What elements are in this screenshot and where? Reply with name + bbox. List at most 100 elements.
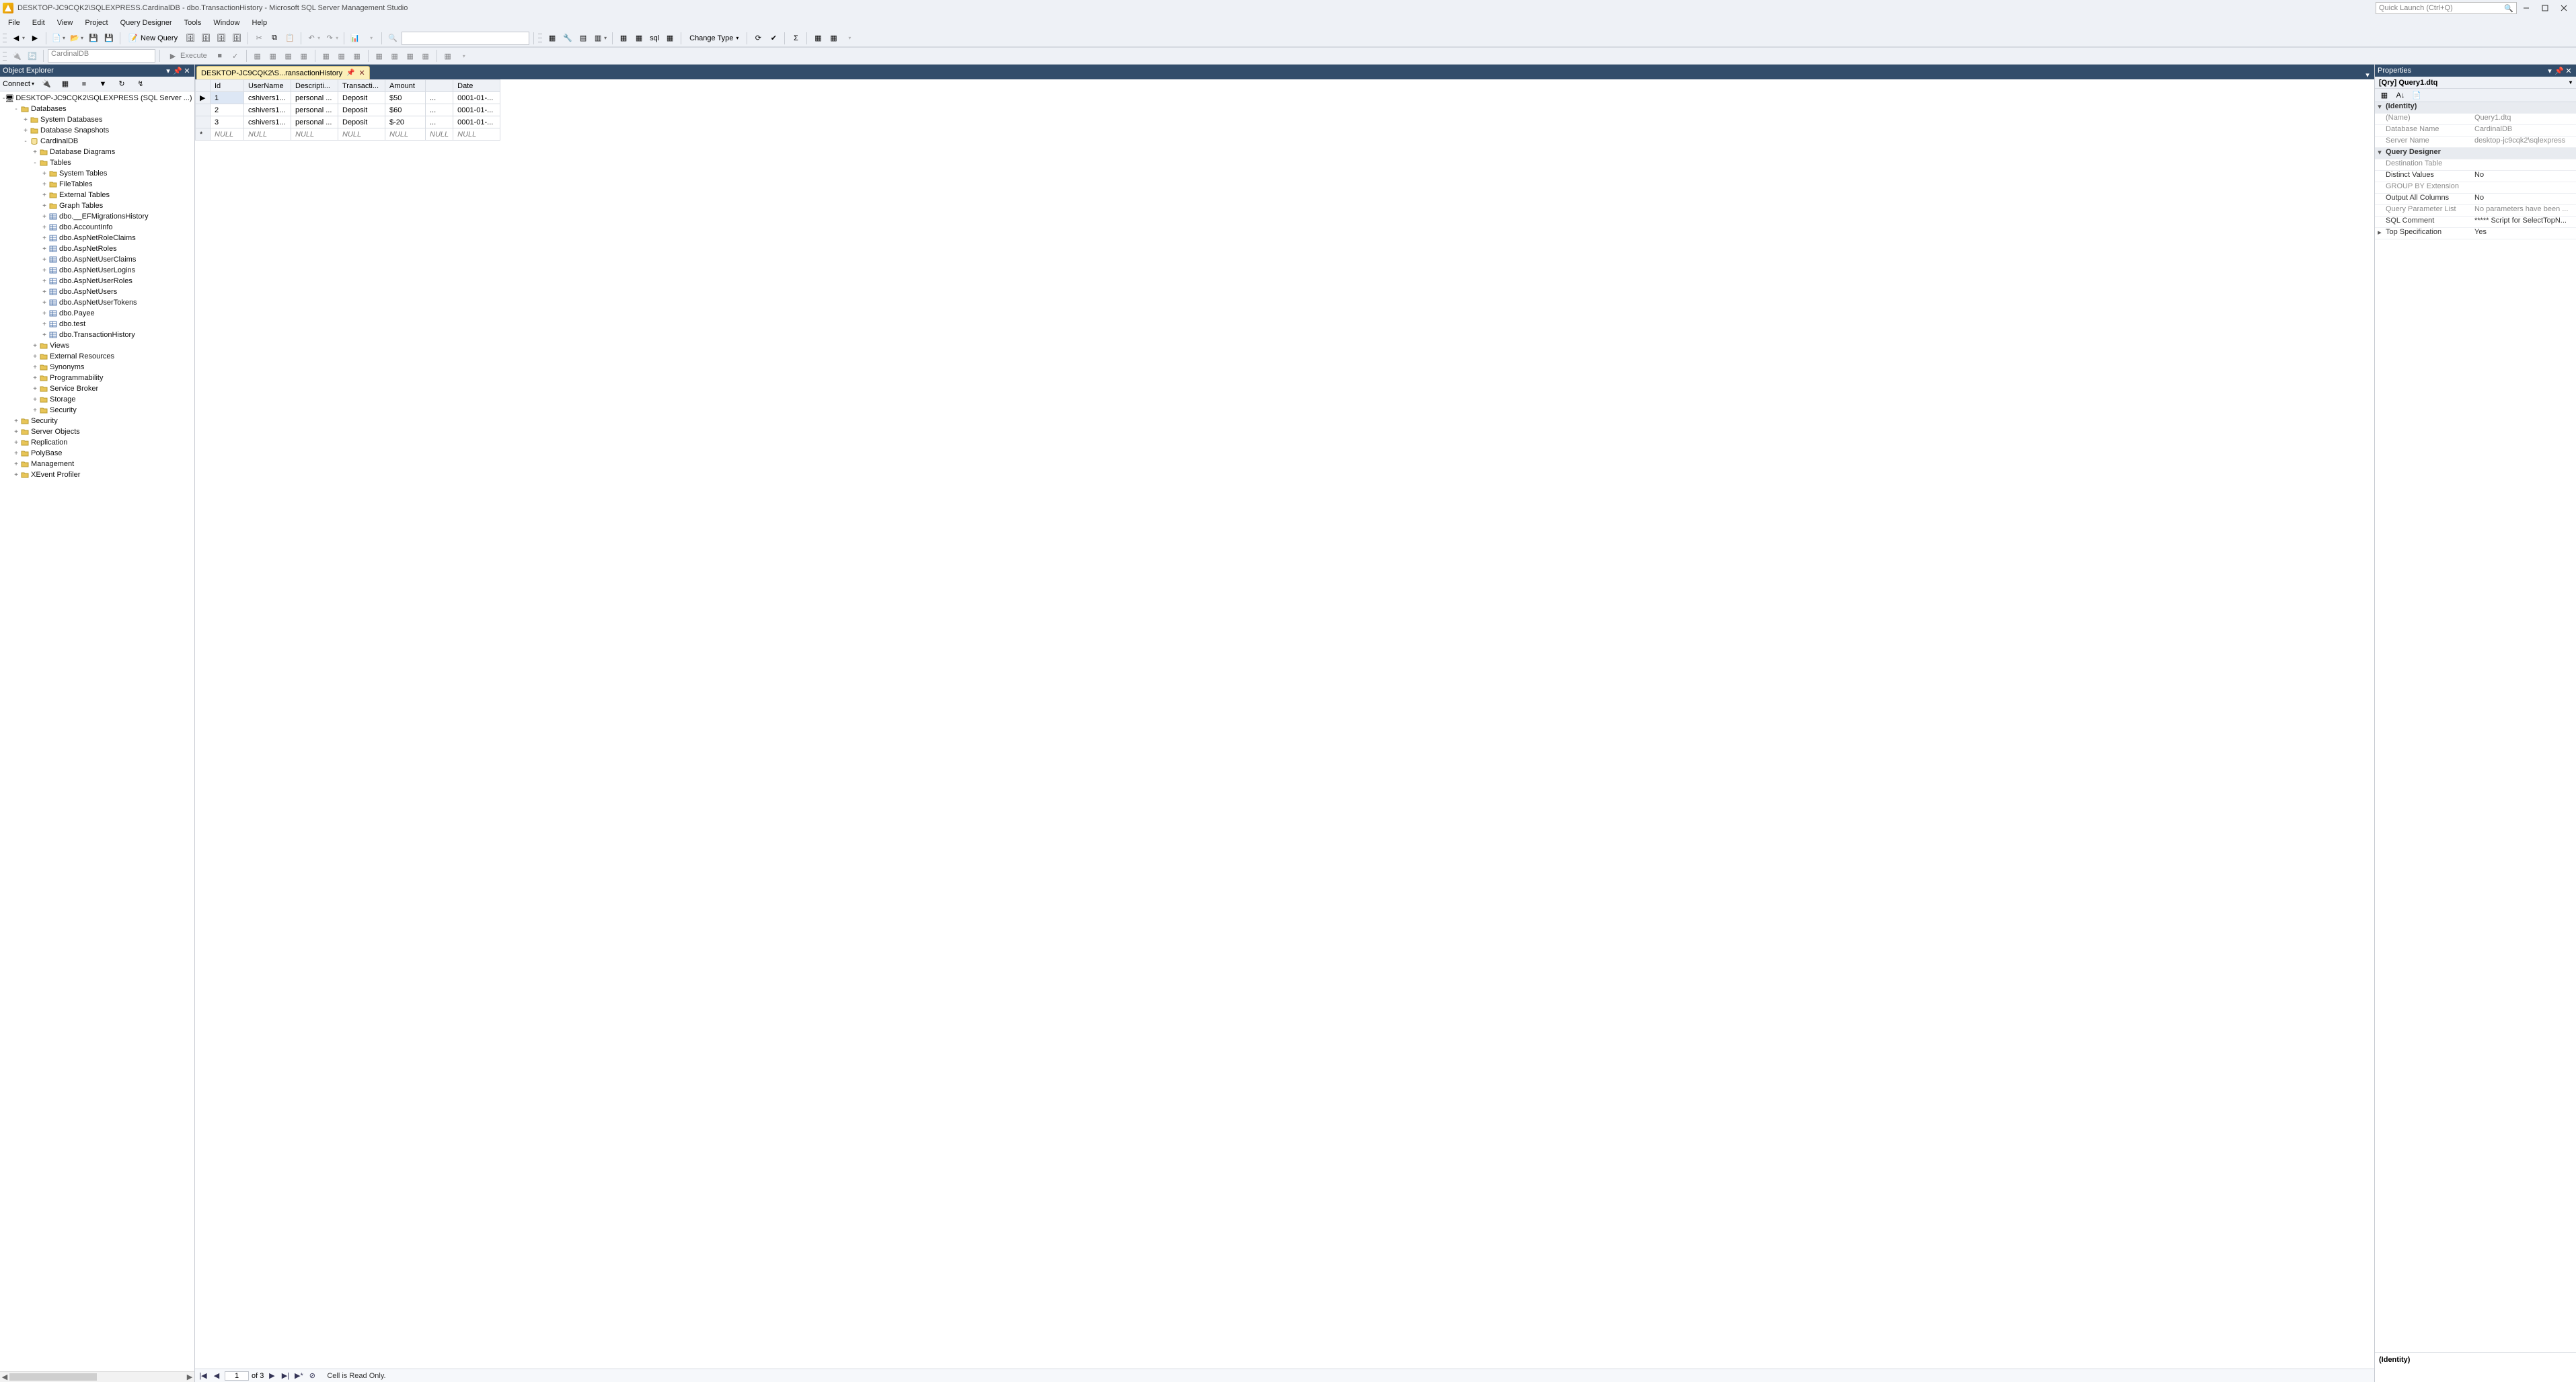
property-group[interactable]: ▾(Identity): [2375, 102, 2576, 114]
outdent-button[interactable]: ▦: [419, 49, 432, 63]
change-connection-button[interactable]: 🔄: [26, 49, 39, 63]
cell-id[interactable]: 3: [211, 116, 244, 128]
cell-amount[interactable]: $60: [385, 104, 426, 116]
results-grid-button[interactable]: ▦: [319, 49, 333, 63]
activity-monitor-button[interactable]: 📊: [348, 32, 362, 45]
panel-close-icon[interactable]: ✕: [182, 67, 192, 75]
oe-disconnect-button[interactable]: 🔌: [40, 77, 53, 91]
expand-icon[interactable]: +: [40, 245, 48, 253]
properties-object-name[interactable]: [Qry] Query1.dtq ▾: [2375, 77, 2576, 89]
tree-node[interactable]: +Graph Tables: [1, 200, 194, 211]
panel-close-icon[interactable]: ✕: [2564, 67, 2573, 75]
tree-node[interactable]: +FileTables: [1, 179, 194, 190]
tree-node[interactable]: +System Tables: [1, 168, 194, 179]
object-explorer-tree[interactable]: - 🖥 DESKTOP-JC9CQK2\SQLEXPRESS (SQL Serv…: [0, 91, 194, 1371]
nav-new-button[interactable]: ▶*: [293, 1371, 304, 1380]
nav-last-button[interactable]: ▶|: [280, 1371, 291, 1380]
cell-transactiontype[interactable]: Deposit: [338, 116, 385, 128]
tree-node[interactable]: +Management: [1, 459, 194, 469]
cell-null[interactable]: NULL: [385, 128, 426, 141]
tree-node[interactable]: +dbo.test: [1, 319, 194, 330]
expand-icon[interactable]: +: [31, 407, 39, 414]
oe-refresh-button[interactable]: ↻: [115, 77, 128, 91]
as-xmla-query-button[interactable]: 🗄: [230, 32, 243, 45]
new-query-button[interactable]: 📝New Query: [124, 32, 182, 45]
property-value[interactable]: Yes: [2472, 228, 2576, 239]
minimize-button[interactable]: [2517, 1, 2536, 15]
col-header-transactiontype[interactable]: Transacti...: [338, 80, 385, 92]
property-row[interactable]: Output All ColumnsNo: [2375, 194, 2576, 205]
navigate-fwd-button[interactable]: ▶: [28, 32, 42, 45]
property-row[interactable]: SQL Comment***** Script for SelectTopN..…: [2375, 217, 2576, 228]
collapse-icon[interactable]: ▾: [2375, 148, 2384, 159]
tree-node[interactable]: +Database Snapshots: [1, 125, 194, 136]
tree-node[interactable]: +Database Diagrams: [1, 147, 194, 157]
save-all-button[interactable]: 💾: [102, 32, 116, 45]
include-stats-button[interactable]: ▦: [297, 49, 311, 63]
query-options-button[interactable]: ▦: [266, 49, 280, 63]
connect-button[interactable]: 🔌: [10, 49, 24, 63]
tree-node[interactable]: +dbo.AspNetUserClaims: [1, 254, 194, 265]
menu-file[interactable]: File: [3, 17, 26, 28]
menu-edit[interactable]: Edit: [27, 17, 50, 28]
expand-icon[interactable]: +: [40, 310, 48, 317]
results-grid[interactable]: Id UserName Descripti... Transacti... Am…: [195, 79, 500, 141]
results-file-button[interactable]: ▦: [350, 49, 364, 63]
scroll-thumb[interactable]: [9, 1373, 97, 1381]
undo-button[interactable]: ↶: [305, 32, 321, 45]
expand-icon[interactable]: +: [31, 385, 39, 393]
tree-node[interactable]: +dbo.AspNetUsers: [1, 286, 194, 297]
panel-pin-icon[interactable]: 📌: [2554, 67, 2564, 75]
close-button[interactable]: [2554, 1, 2573, 15]
cell-id[interactable]: 2: [211, 104, 244, 116]
find-button[interactable]: 🔍: [386, 32, 400, 45]
cell-id[interactable]: 1: [211, 92, 244, 104]
document-tab[interactable]: DESKTOP-JC9CQK2\S...ransactionHistory 📌 …: [196, 66, 370, 79]
tree-node[interactable]: +dbo.AspNetRoles: [1, 243, 194, 254]
cell-blank[interactable]: ...: [426, 116, 453, 128]
as-mdx-query-button[interactable]: 🗄: [199, 32, 213, 45]
expand-icon[interactable]: +: [40, 278, 48, 285]
property-value[interactable]: No parameters have been ...: [2472, 205, 2576, 216]
tree-node[interactable]: +Replication: [1, 437, 194, 448]
tree-node[interactable]: +Programmability: [1, 373, 194, 383]
tree-node[interactable]: +dbo.TransactionHistory: [1, 330, 194, 340]
qd-btn-4[interactable]: ▦: [663, 32, 677, 45]
expand-icon[interactable]: +: [40, 299, 48, 307]
change-type-button[interactable]: Change Type▾: [685, 32, 743, 45]
cell-null[interactable]: NULL: [453, 128, 500, 141]
expand-icon[interactable]: -: [31, 159, 39, 167]
tree-node[interactable]: -Tables: [1, 157, 194, 168]
copy-button[interactable]: ⧉: [268, 32, 281, 45]
tab-pin-icon[interactable]: 📌: [346, 69, 354, 77]
tab-close-icon[interactable]: ✕: [359, 69, 365, 77]
oe-script-button[interactable]: ↯: [134, 77, 147, 91]
toolbar-overflow-2[interactable]: [842, 32, 856, 45]
col-header-amount[interactable]: Amount: [385, 80, 426, 92]
display-plan-button[interactable]: ▦: [251, 49, 264, 63]
tree-node[interactable]: +Security: [1, 405, 194, 416]
cell-null[interactable]: NULL: [338, 128, 385, 141]
save-button[interactable]: 💾: [87, 32, 100, 45]
redo-button[interactable]: ↷: [324, 32, 340, 45]
cell-description[interactable]: personal ...: [291, 104, 338, 116]
property-row[interactable]: Distinct ValuesNo: [2375, 171, 2576, 182]
property-value[interactable]: Query1.dtq: [2472, 114, 2576, 124]
tree-node[interactable]: -CardinalDB: [1, 136, 194, 147]
qd-btn-3[interactable]: sql: [648, 32, 661, 45]
expand-icon[interactable]: +: [31, 149, 39, 156]
cell-description[interactable]: personal ...: [291, 116, 338, 128]
menu-window[interactable]: Window: [208, 17, 245, 28]
qd-btn-2[interactable]: ▦: [632, 32, 646, 45]
tree-node[interactable]: +dbo.__EFMigrationsHistory: [1, 211, 194, 222]
property-row[interactable]: GROUP BY Extension: [2375, 182, 2576, 194]
property-value[interactable]: No: [2472, 171, 2576, 182]
menu-project[interactable]: Project: [79, 17, 113, 28]
expand-icon[interactable]: +: [40, 192, 48, 199]
expand-icon[interactable]: -: [22, 138, 30, 145]
cell-username[interactable]: cshivers1...: [244, 92, 291, 104]
col-header-date[interactable]: Date: [453, 80, 500, 92]
property-row[interactable]: Database NameCardinalDB: [2375, 125, 2576, 137]
cell-blank[interactable]: ...: [426, 92, 453, 104]
qd-btn-6[interactable]: ✔: [767, 32, 780, 45]
